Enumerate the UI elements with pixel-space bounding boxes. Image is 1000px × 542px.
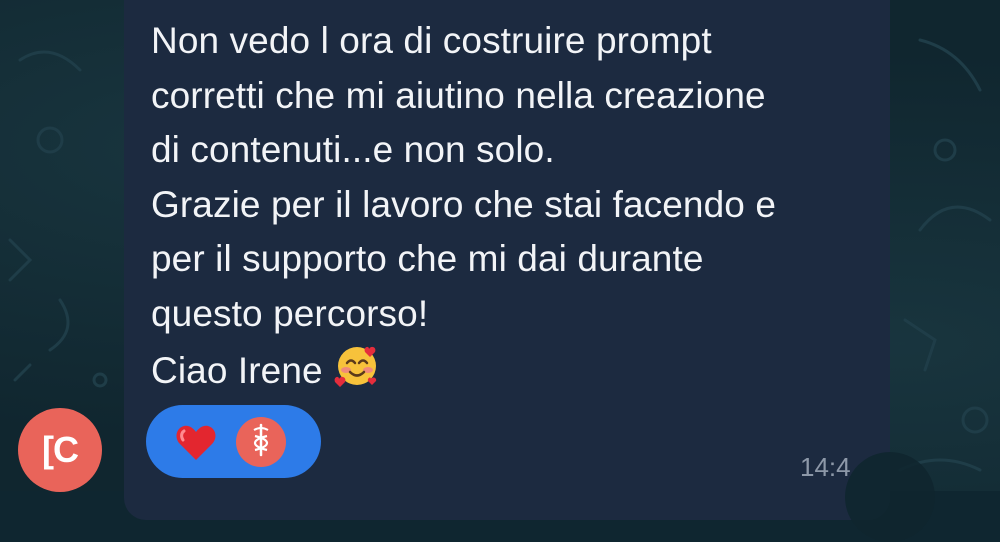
caduceus-icon bbox=[246, 423, 276, 462]
scroll-down-button[interactable] bbox=[845, 452, 935, 542]
message-line-signoff: Ciao Irene bbox=[151, 341, 871, 405]
sender-avatar[interactable]: [C bbox=[18, 408, 102, 492]
message-line: di contenuti...e non solo. bbox=[151, 129, 555, 170]
reactor-avatar[interactable] bbox=[236, 417, 286, 467]
message-line: per il supporto che mi dai durante bbox=[151, 238, 704, 279]
red-heart-icon[interactable] bbox=[172, 418, 220, 466]
avatar-initials: [C bbox=[42, 429, 79, 470]
message-line: Grazie per il lavoro che stai facendo e bbox=[151, 183, 777, 225]
message-text: Non vedo l ora di costruire prompt corre… bbox=[151, 14, 871, 405]
reactions-pill[interactable] bbox=[146, 405, 321, 478]
message-line: Non vedo l ora di costruire prompt bbox=[151, 20, 712, 61]
signoff-text: Ciao Irene bbox=[151, 350, 323, 391]
message-line: corretti che mi aiutino nella creazione bbox=[151, 74, 766, 116]
message-line: questo percorso! bbox=[151, 292, 429, 334]
message-timestamp: 14:4 bbox=[800, 452, 851, 482]
smiling-face-with-hearts-icon bbox=[333, 341, 381, 405]
